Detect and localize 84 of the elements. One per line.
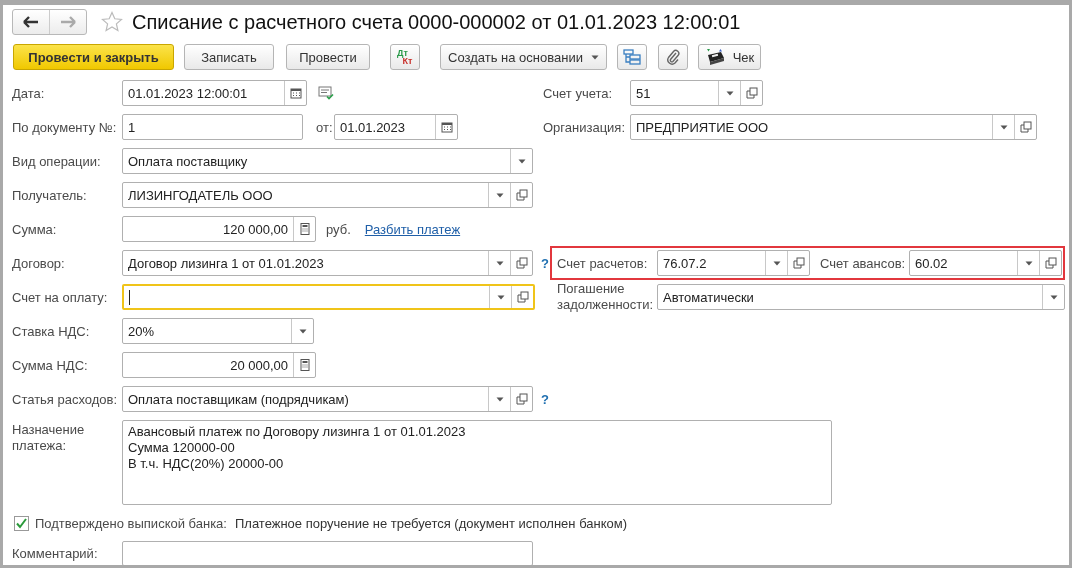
document-check-icon[interactable] <box>318 86 334 100</box>
field-label: Счет расчетов: <box>557 255 649 271</box>
window-title: Списание с расчетного счета 0000-000002 от 01.01.2023 12:00:01 <box>132 10 741 34</box>
open-window-icon <box>1044 257 1057 269</box>
checkbox-label: Подтверждено выпиской банка: <box>35 515 227 531</box>
calendar-icon <box>440 121 453 133</box>
select-field[interactable] <box>122 284 535 310</box>
caret-icon <box>1024 260 1033 266</box>
caret-icon <box>725 90 734 96</box>
caret-icon <box>496 294 505 300</box>
caret-icon <box>495 260 504 266</box>
debit-credit-button[interactable]: Дт Кт <box>390 44 420 70</box>
field-label: от: <box>316 119 334 135</box>
select-field[interactable]: ПРЕДПРИЯТИЕ ООО <box>630 114 1037 140</box>
field-label: Назначение платежа: <box>12 421 86 454</box>
checkbox[interactable] <box>14 515 29 531</box>
create-based-on-button[interactable]: Создать на основании <box>440 44 607 70</box>
text-area[interactable]: Авансовый платеж по Договору лизинга 1 от 01.01.2023 Сумма 120000-00 В т.ч. НДС(20%) 20000-00 <box>122 420 832 505</box>
field-label: Счет на оплату: <box>12 289 109 305</box>
caret-icon <box>495 192 504 198</box>
left-arrow-icon <box>23 16 39 28</box>
status-text: Платежное поручение не требуется (документ исполнен банком) <box>234 515 628 531</box>
calendar-icon <box>289 87 302 99</box>
open-window-icon <box>516 291 529 303</box>
text-field[interactable] <box>122 541 533 565</box>
open-window-icon <box>1019 121 1032 133</box>
hierarchy-icon <box>623 49 641 65</box>
select-field[interactable]: 20% <box>122 318 314 344</box>
field-label: Договор: <box>12 255 66 271</box>
help-link[interactable]: ? <box>541 255 549 271</box>
field-label: Сумма НДС: <box>12 357 89 373</box>
select-field[interactable]: Автоматически <box>657 284 1065 310</box>
number-field[interactable]: 20 000,00 <box>122 352 316 378</box>
field-label: Ставка НДС: <box>12 323 91 339</box>
caret-icon <box>298 328 307 334</box>
calculator-icon <box>298 223 311 235</box>
caret-icon <box>495 396 504 402</box>
field-label: По документу №: <box>12 119 118 135</box>
field-label: Дата: <box>12 85 46 101</box>
attach-button[interactable] <box>658 44 688 70</box>
split-payment-link[interactable]: Разбить платеж <box>364 221 461 237</box>
date-field[interactable]: 01.01.2023 12:00:01 <box>122 80 307 106</box>
select-field[interactable]: 76.07.2 <box>657 250 810 276</box>
select-field[interactable]: Оплата поставщикам (подрядчикам) <box>122 386 533 412</box>
select-field[interactable]: Договор лизинга 1 от 01.01.2023 <box>122 250 533 276</box>
open-window-icon <box>515 189 528 201</box>
field-label: Счет авансов: <box>820 255 907 271</box>
structure-button[interactable] <box>617 44 647 70</box>
field-label: Организация: <box>543 119 627 135</box>
field-label: Сумма: <box>12 221 58 237</box>
text-cursor <box>129 290 130 305</box>
caret-icon <box>772 260 781 266</box>
number-field[interactable]: 120 000,00 <box>122 216 316 242</box>
cash-register-icon <box>704 48 727 66</box>
select-field[interactable]: 60.02 <box>909 250 1062 276</box>
open-window-icon <box>515 393 528 405</box>
field-label: Счет учета: <box>543 85 614 101</box>
toolbar-button[interactable]: Записать <box>184 44 274 70</box>
field-label: Получатель: <box>12 187 88 203</box>
date-field[interactable]: 01.01.2023 <box>334 114 458 140</box>
paperclip-icon <box>666 49 680 65</box>
caret-icon <box>1049 294 1058 300</box>
caret-icon <box>517 158 526 164</box>
open-window-icon <box>745 87 758 99</box>
help-link[interactable]: ? <box>541 391 549 407</box>
field-label: Статья расходов: <box>12 391 119 407</box>
receipt-button[interactable]: Чек <box>698 44 761 70</box>
field-label: Погашение задолженности: <box>557 281 655 313</box>
right-arrow-icon <box>60 16 76 28</box>
caret-icon <box>590 54 599 60</box>
open-window-icon <box>792 257 805 269</box>
star-icon[interactable] <box>101 11 123 33</box>
select-field[interactable]: 51 <box>630 80 763 106</box>
calculator-icon <box>298 359 311 371</box>
caret-icon <box>999 124 1008 130</box>
field-label: Вид операции: <box>12 153 102 169</box>
toolbar-button[interactable]: Провести <box>286 44 370 70</box>
open-window-icon <box>515 257 528 269</box>
currency-label: руб. <box>326 221 351 237</box>
text-field[interactable]: 1 <box>122 114 303 140</box>
select-field[interactable]: Оплата поставщику <box>122 148 533 174</box>
field-label: Комментарий: <box>12 546 99 561</box>
post-and-close-button[interactable]: Провести и закрыть <box>13 44 174 70</box>
select-field[interactable]: ЛИЗИНГОДАТЕЛЬ ООО <box>122 182 533 208</box>
